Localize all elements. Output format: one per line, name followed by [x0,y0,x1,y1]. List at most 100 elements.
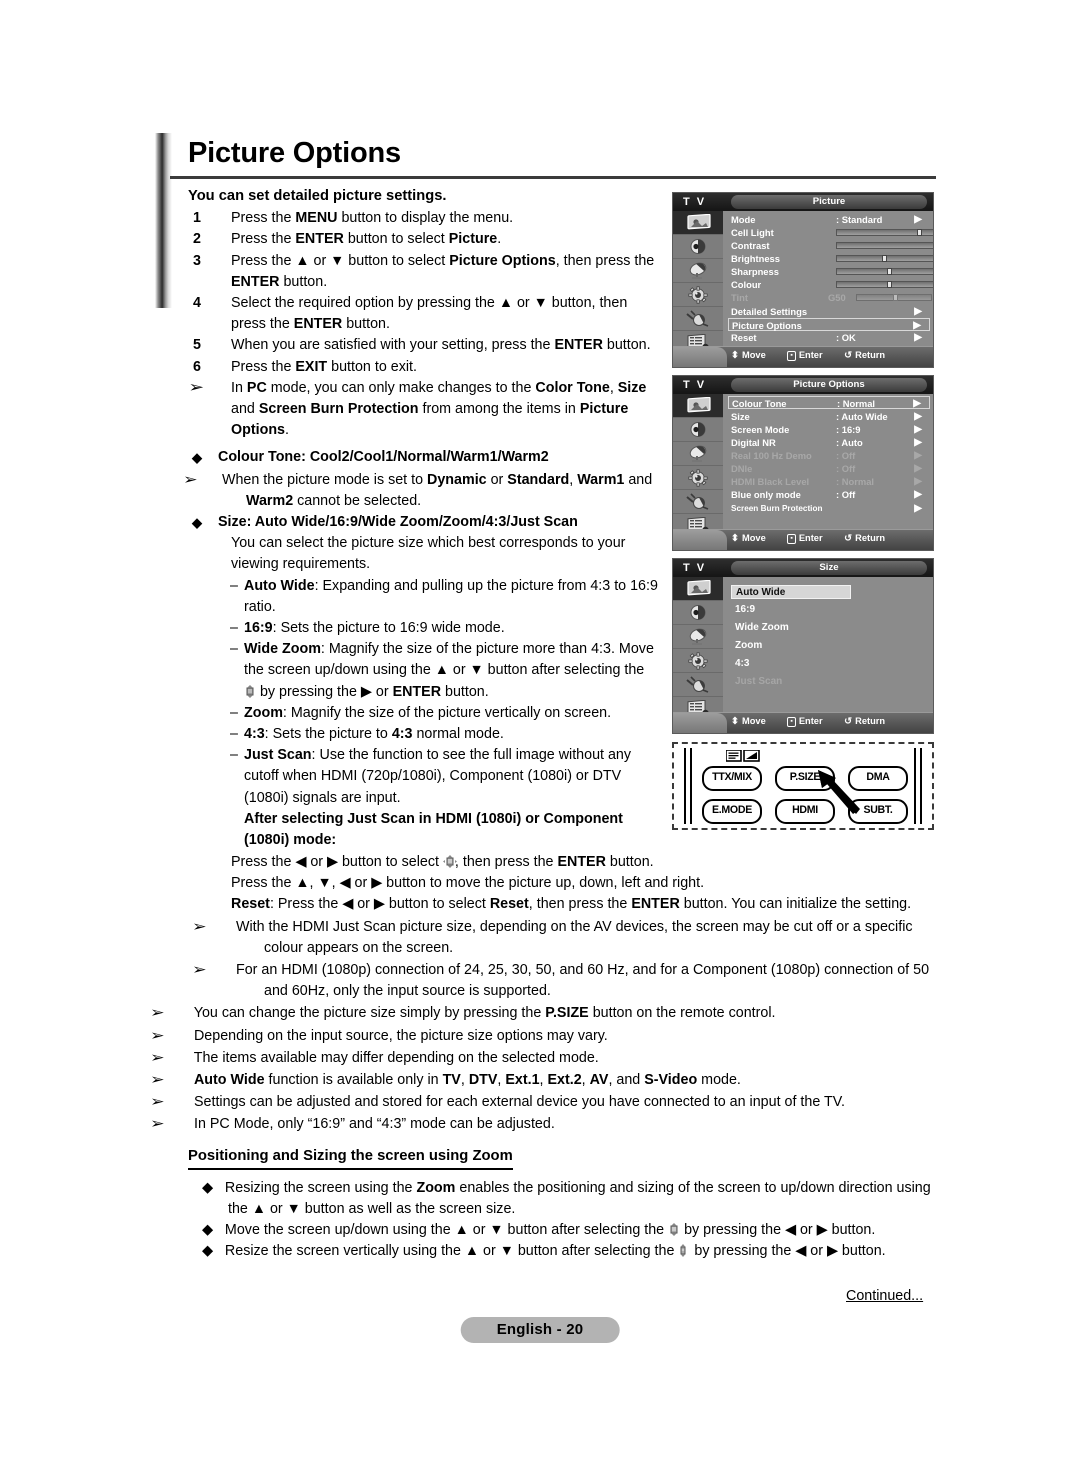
osd-size-option-4-3[interactable]: 4:3 [731,657,749,671]
dash-bullet-icon: – [230,620,238,637]
step-number: 6 [193,358,201,375]
chevron-right-icon: ▶ [914,411,922,422]
osd-sidebar: D [673,577,723,721]
note-text: Auto Wide function is available only in … [193,1072,741,1089]
continued-label: Continued... [846,1288,924,1304]
osd-row-label: DNIe [731,463,753,474]
osd-row-label: Screen Mode [731,424,790,435]
osd-size-option-wide-zoom[interactable]: Wide Zoom [731,621,789,635]
osd-size-option-auto-wide[interactable]: Auto Wide [731,585,851,599]
osd-slider[interactable] [836,229,933,236]
osd-row-detailed-settings[interactable]: Detailed Settings ▶ [728,305,930,318]
osd-row-label: Size [731,411,750,422]
chevron-right-icon: ▶ [914,424,922,435]
title-divider [170,176,936,179]
osd-slider[interactable] [836,242,933,249]
osd-sidebar-item-sound[interactable] [673,418,723,442]
osd-sidebar-item-channel[interactable] [673,625,723,649]
osd-sidebar-item-channel[interactable] [673,442,723,466]
osd-sidebar-item-sound[interactable] [673,601,723,625]
osd-row-screen-mode[interactable]: Screen Mode : 16:9 ▶ [728,423,930,436]
chevron-right-icon: ▶ [914,437,922,448]
osd-sidebar-item-input[interactable] [673,307,723,331]
osd-size-option-16-9[interactable]: 16:9 [731,603,755,617]
osd-row-reset[interactable]: Reset : OK ▶ [728,331,930,344]
osd-sidebar-item-picture[interactable] [673,577,723,601]
diamond-bullet-icon: ◆ [202,1179,213,1196]
size-item-auto-wide: – Auto Wide: Expanding and pulling up th… [188,576,660,618]
dash-bullet-icon: – [230,726,238,743]
remote-right-rail-2 [920,748,922,824]
remote-right-rail [914,748,916,824]
osd-row-size[interactable]: Size : Auto Wide ▶ [728,410,930,423]
teletext-icon [726,750,760,762]
osd-sidebar-item-sound[interactable] [673,235,723,259]
note-text: In PC Mode, only “16:9” and “4:3” mode c… [193,1116,555,1133]
arrow-bullet-icon: ➢ [188,378,205,396]
note-text: When the picture mode is set to Dynamic … [221,471,653,509]
osd-row-label: Blue only mode [731,489,801,500]
step-number: 4 [193,295,201,312]
bottom-note-3: ➢ Auto Wide function is available only i… [150,1071,741,1089]
osd-picture-menu: T V Picture D Mode : Standard ▶ Cell Lig… [672,192,934,368]
osd-row-label: Real 100 Hz Demo [731,450,812,461]
osd-hint-move: ⬍ Move [731,350,766,361]
osd-row-value: : Auto Wide [836,411,888,422]
osd-row-blue-only-mode[interactable]: Blue only mode : Off ▶ [728,488,930,501]
item-text: 4:3: Sets the picture to 4:3 normal mode… [244,726,504,743]
osd-tint-slider [856,294,932,301]
zoom-section-heading-wrap: Positioning and Sizing the screen using … [188,1146,936,1170]
step-text: Press the ▲ or ▼ button to select Pictur… [231,252,655,290]
osd-row-brightness[interactable]: Brightness 45 [728,252,933,265]
zoom-item-1: ◆ Resizing the screen using the Zoom ena… [188,1178,936,1220]
osd-slider[interactable] [836,281,933,288]
osd-tint-left-label: G50 [828,292,846,303]
chevron-right-icon: ▶ [914,214,922,225]
zoom-section-heading: Positioning and Sizing the screen using … [188,1146,513,1170]
osd-sidebar-item-channel[interactable] [673,259,723,283]
osd-sidebar-item-input[interactable] [673,673,723,697]
zoom-item-2: ◆ Move the screen up/down using the ▲ or… [188,1220,936,1241]
osd-row-cell-light[interactable]: Cell Light 7 [728,226,933,239]
osd-sidebar: D [673,211,723,355]
osd-row-value: : Off [836,463,856,474]
osd-row-picture-options[interactable]: Picture Options ▶ [728,318,930,331]
osd-row-screen-burn-protection[interactable]: Screen Burn Protection ▶ [728,502,930,515]
osd-sidebar-item-picture[interactable] [673,211,723,235]
osd-sidebar-item-setup[interactable] [673,649,723,673]
osd-footer: ⬍ Move ▪ Enter ↺ Return [673,529,933,550]
bottom-note-4: ➢ Settings can be adjusted and stored fo… [150,1093,845,1111]
osd-size-option-zoom[interactable]: Zoom [731,639,762,653]
osd-row-sharpness[interactable]: Sharpness 50 [728,265,933,278]
remote-button-e-mode[interactable]: E.MODE [702,799,762,824]
step-6: 6 Press the EXIT button to exit. [188,357,660,378]
osd-sidebar-item-setup[interactable] [673,466,723,490]
enter-key-icon: ▪ [787,717,796,727]
osd-row-value: : Normal [836,476,875,487]
osd-titlebar: T V Size [673,559,933,577]
osd-sidebar-item-picture[interactable] [673,394,723,418]
osd-row-mode[interactable]: Mode : Standard ▶ [728,213,930,226]
chevron-right-icon: ▶ [913,398,921,409]
osd-slider[interactable] [836,268,933,275]
osd-row-tint: Tint G50 R50 [728,291,932,304]
osd-body: Mode : Standard ▶ Cell Light 7 Contrast … [723,211,933,347]
osd-row-value: : 16:9 [836,424,861,435]
osd-hint-move: ⬍ Move [731,716,766,727]
osd-hint-move: ⬍ Move [731,533,766,544]
bottom-note-0: ➢ You can change the picture size simply… [150,1004,776,1022]
osd-row-colour-tone[interactable]: Colour Tone : Normal ▶ [728,396,930,409]
bottom-note-1: ➢ Depending on the input source, the pic… [150,1026,608,1044]
note-text: For an HDMI (1080p) connection of 24, 25… [235,962,930,1000]
osd-row-dnie: DNIe : Off ▶ [728,462,930,475]
osd-row-colour[interactable]: Colour 50 [728,278,933,291]
osd-row-contrast[interactable]: Contrast 90 [728,239,933,252]
osd-row-digital-nr[interactable]: Digital NR : Auto ▶ [728,436,930,449]
remote-button-ttx-mix[interactable]: TTX/MIX [702,766,762,791]
chevron-right-icon: ▶ [914,503,922,514]
osd-sidebar-item-input[interactable] [673,490,723,514]
osd-slider[interactable] [836,255,933,262]
note-text: You can change the picture size simply b… [193,1005,776,1022]
osd-sidebar-item-setup[interactable] [673,283,723,307]
osd-title: Picture Options [731,378,927,392]
